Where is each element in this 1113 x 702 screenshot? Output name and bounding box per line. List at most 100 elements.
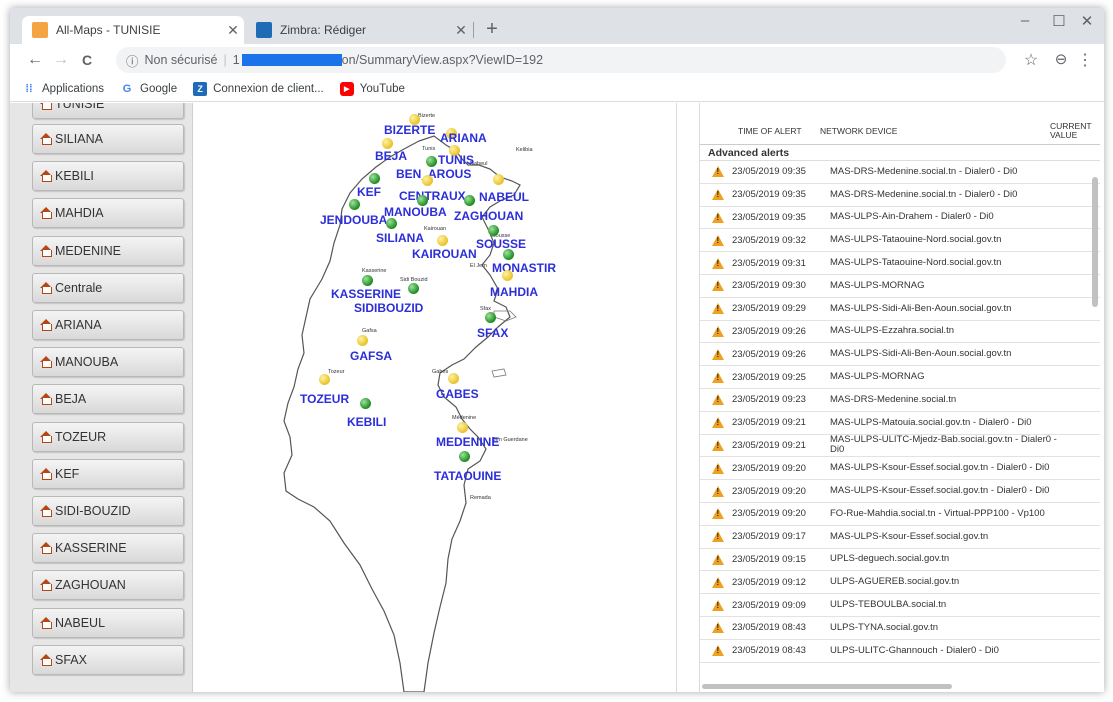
device-column-header[interactable]: NETWORK DEVICE <box>820 126 1050 136</box>
region-button-tozeur[interactable]: TOZEUR <box>32 421 184 452</box>
alerts-vertical-scrollbar[interactable] <box>1090 117 1100 687</box>
region-button-sfax[interactable]: SFAX <box>32 644 184 675</box>
alert-device-link[interactable]: ULPS-TEBOULBA.social.tn <box>830 600 1070 610</box>
menu-icon[interactable]: ⋮ <box>1074 50 1096 70</box>
alert-row[interactable]: 23/05/2019 09:35 MAS-DRS-Medenine.social.… <box>700 161 1100 184</box>
alert-row[interactable]: 23/05/2019 09:12 ULPS-AGUEREB.social.gov.… <box>700 571 1100 595</box>
tab-all-maps[interactable]: All-Maps - TUNISIE ✕ <box>22 16 244 44</box>
region-button-ariana[interactable]: ARIANA <box>32 310 184 340</box>
alert-row[interactable]: 23/05/2019 09:17 MAS-ULPS-Ksour-Essef.soc… <box>700 526 1100 549</box>
city-label-ben_arous[interactable]: BEN_AROUS <box>396 167 471 181</box>
alert-row[interactable]: 23/05/2019 09:29 MAS-ULPS-Sidi-Ali-Ben-Ao… <box>700 298 1100 321</box>
alert-device-link[interactable]: MAS-ULPS-Ezzahra.social.tn <box>830 326 1070 336</box>
close-window-button[interactable]: ✕ <box>1072 12 1102 30</box>
alert-row[interactable]: 23/05/2019 09:21 MAS-ULPS-ULITC-Mjedz-Bab… <box>700 435 1100 458</box>
city-label-mahdia[interactable]: MAHDIA <box>490 285 538 299</box>
scroll-thumb[interactable] <box>702 684 952 689</box>
alert-device-link[interactable]: ULPS-AGUEREB.social.gov.tn <box>830 577 1070 587</box>
status-dot-nabeul[interactable] <box>493 174 504 185</box>
alert-device-link[interactable]: MAS-ULPS-ULITC-Mjedz-Bab.social.gov.tn -… <box>830 435 1070 455</box>
alert-device-link[interactable]: MAS-ULPS-Sidi-Ali-Ben-Aoun.social.gov.tn <box>830 303 1070 314</box>
region-button-nabeul[interactable]: NABEUL <box>32 607 184 638</box>
status-dot-sousse[interactable] <box>488 225 499 236</box>
city-label-zaghouan[interactable]: ZAGHOUAN <box>454 209 523 223</box>
address-bar[interactable]: ⓘ Non sécurisé | 1 on/SummaryView.aspx?V… <box>116 47 1006 73</box>
reload-button[interactable]: C <box>74 52 100 68</box>
city-label-tozeur[interactable]: TOZEUR <box>300 392 349 406</box>
alert-row[interactable]: 23/05/2019 09:31 MAS-ULPS-Tataouine-Nord.… <box>700 252 1100 275</box>
city-label-medenine[interactable]: MEDENINE <box>436 435 499 449</box>
time-column-header[interactable]: TIME OF ALERT <box>700 126 820 136</box>
tab-zimbra[interactable]: Zimbra: Rédiger ✕ <box>246 16 474 44</box>
city-label-kef[interactable]: KEF <box>357 185 381 199</box>
region-button-kebili[interactable]: KEBILI <box>32 161 184 192</box>
city-label-siliana[interactable]: SILIANA <box>376 231 424 245</box>
city-label-gabes[interactable]: GABES <box>436 387 479 401</box>
region-button-zaghouan[interactable]: ZAGHOUAN <box>32 570 184 601</box>
minimize-button[interactable]: – <box>1010 12 1040 29</box>
close-tab-icon[interactable]: ✕ <box>450 22 472 39</box>
city-label-centraux[interactable]: CENTRAUX <box>399 189 466 203</box>
alert-row[interactable]: 23/05/2019 09:26 MAS-ULPS-Ezzahra.social.… <box>700 321 1100 344</box>
alert-row[interactable]: 23/05/2019 09:35 MAS-DRS-Medenine.social.… <box>700 184 1100 207</box>
status-dot-siliana[interactable] <box>386 218 397 229</box>
value-column-header[interactable]: CURRENT VALUE <box>1050 121 1091 140</box>
city-label-nabeul[interactable]: NABEUL <box>479 190 529 204</box>
alert-device-link[interactable]: MAS-ULPS-Tataouine-Nord.social.gov.tn <box>830 235 1070 245</box>
back-button[interactable]: ← <box>22 51 48 69</box>
alert-device-link[interactable]: MAS-DRS-Medenine.social.tn <box>830 394 1070 405</box>
region-button-mahdia[interactable]: MAHDIA <box>32 198 184 229</box>
region-button-medenine[interactable]: MEDENINE <box>32 235 184 266</box>
alert-row[interactable]: 23/05/2019 08:43 ULPS-ULITC-Ghannouch - D… <box>700 640 1100 663</box>
city-label-sousse[interactable]: SOUSSE <box>476 237 526 251</box>
alert-row[interactable]: 23/05/2019 09:26 MAS-ULPS-Sidi-Ali-Ben-Ao… <box>700 343 1100 367</box>
alert-row[interactable]: 23/05/2019 09:20 MAS-ULPS-Ksour-Essef.soc… <box>700 457 1100 481</box>
city-label-sidibouzid[interactable]: SIDIBOUZID <box>354 301 423 315</box>
alert-device-link[interactable]: ULPS-ULITC-Ghannouch - Dialer0 - Di0 <box>830 645 1070 656</box>
status-dot-gafsa[interactable] <box>357 335 368 346</box>
status-dot-zaghouan[interactable] <box>464 195 475 206</box>
alert-row[interactable]: 23/05/2019 09:21 MAS-ULPS-Matouia.social.… <box>700 412 1100 435</box>
alert-row[interactable]: 23/05/2019 09:35 MAS-ULPS-Ain-Drahem - Di… <box>700 207 1100 230</box>
alert-device-link[interactable]: MAS-ULPS-Ksour-Essef.social.gov.tn - Dia… <box>830 486 1070 496</box>
alert-device-link[interactable]: MAS-ULPS-MORNAG <box>830 372 1070 382</box>
alert-row[interactable]: 23/05/2019 09:25 MAS-ULPS-MORNAG <box>700 366 1100 389</box>
alert-device-link[interactable]: ULPS-TYNA.social.gov.tn <box>830 622 1070 633</box>
alert-row[interactable]: 23/05/2019 09:32 MAS-ULPS-Tataouine-Nord.… <box>700 229 1100 253</box>
alert-device-link[interactable]: MAS-ULPS-Matouia.social.gov.tn - Dialer0… <box>830 417 1070 428</box>
profile-icon[interactable]: ⊖ <box>1050 50 1072 68</box>
status-dot-beja[interactable] <box>382 138 393 149</box>
status-dot-jendouba[interactable] <box>349 199 360 210</box>
alert-row[interactable]: 23/05/2019 09:20 FO-Rue-Mahdia.social.tn … <box>700 503 1100 526</box>
new-tab-button[interactable]: + <box>480 18 504 41</box>
status-dot-sfax[interactable] <box>485 312 496 323</box>
region-button-siliana[interactable]: SILIANA <box>32 124 184 154</box>
city-label-jendouba[interactable]: JENDOUBA <box>320 213 387 227</box>
alert-device-link[interactable]: MAS-ULPS-Ain-Drahem - Dialer0 - Di0 <box>830 212 1070 222</box>
region-button-kasserine[interactable]: KASSERINE <box>32 533 184 564</box>
scroll-thumb[interactable] <box>1092 177 1098 307</box>
region-button-centrale[interactable]: Centrale <box>32 272 184 303</box>
city-label-sfax[interactable]: SFAX <box>477 326 508 340</box>
status-dot-sidibouzid[interactable] <box>408 283 419 294</box>
status-dot-kef[interactable] <box>369 173 380 184</box>
status-dot-kairouan[interactable] <box>437 235 448 246</box>
city-label-tataouine[interactable]: TATAOUINE <box>434 469 501 483</box>
city-label-kasserine[interactable]: KASSERINE <box>331 287 401 301</box>
city-label-bizerte[interactable]: BIZERTE <box>384 123 435 137</box>
city-label-beja[interactable]: BEJA <box>375 149 407 163</box>
bookmark-google[interactable]: G Google <box>120 82 177 96</box>
alert-device-link[interactable]: MAS-ULPS-Ksour-Essef.social.gov.tn - Dia… <box>830 463 1070 473</box>
region-button-manouba[interactable]: MANOUBA <box>32 347 184 378</box>
region-button-tunisie[interactable]: TUNISIE <box>32 103 184 119</box>
city-label-kebili[interactable]: KEBILI <box>347 415 386 429</box>
alert-device-link[interactable]: MAS-ULPS-Ksour-Essef.social.gov.tn <box>830 531 1070 542</box>
bookmark-connexion-client[interactable]: Z Connexion de client... <box>193 81 324 96</box>
alert-device-link[interactable]: UPLS-deguech.social.gov.tn <box>830 554 1070 564</box>
city-label-gafsa[interactable]: GAFSA <box>350 349 392 363</box>
status-dot-medenine[interactable] <box>457 422 468 433</box>
alerts-horizontal-scrollbar[interactable] <box>700 682 1090 690</box>
info-icon[interactable]: ⓘ <box>126 51 139 70</box>
status-dot-kebili[interactable] <box>360 398 371 409</box>
alert-row[interactable]: 23/05/2019 09:09 ULPS-TEBOULBA.social.tn <box>700 594 1100 617</box>
